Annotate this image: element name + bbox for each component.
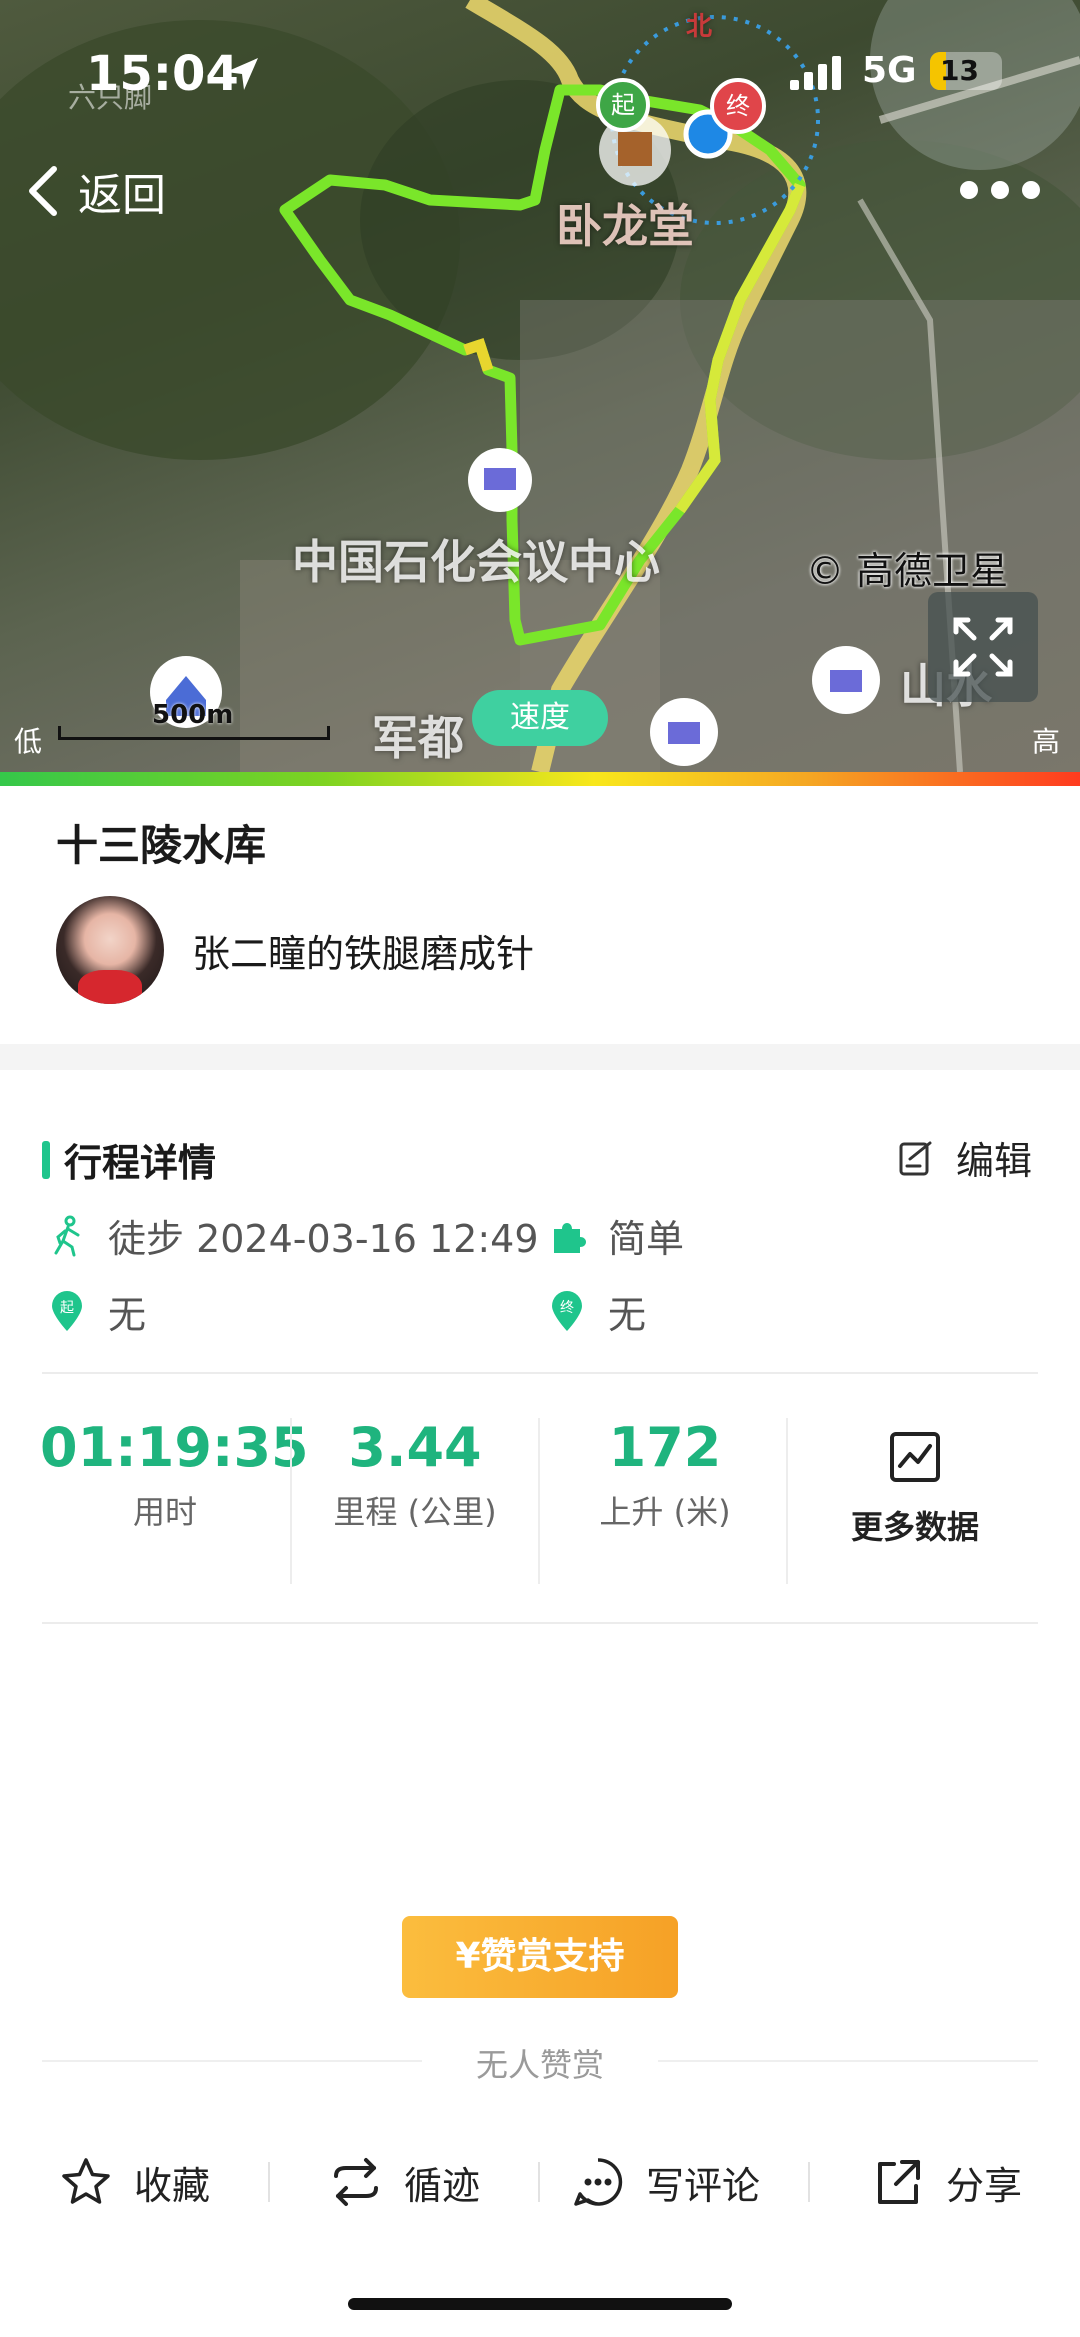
- star-icon: [62, 2158, 110, 2204]
- divider: [42, 1372, 1038, 1374]
- action-divider: [808, 2162, 810, 2202]
- follow-track-label: 循迹: [404, 2163, 481, 2208]
- share-label: 分享: [946, 2163, 1023, 2208]
- follow-track-button[interactable]: 循迹: [330, 2150, 480, 2214]
- start-pin-icon: 起: [52, 1290, 82, 1331]
- favorite-label: 收藏: [134, 2163, 211, 2208]
- author-name[interactable]: 张二瞳的铁腿磨成针: [192, 923, 534, 978]
- home-indicator: [348, 2298, 732, 2310]
- dot-icon: [991, 181, 1009, 199]
- hiker-icon: [54, 1215, 80, 1256]
- favorite-button[interactable]: 收藏: [60, 2150, 210, 2214]
- comment-button[interactable]: 写评论: [572, 2150, 760, 2214]
- reward-button[interactable]: ¥赞赏支持: [402, 1916, 678, 1998]
- scale-bar: [58, 726, 330, 740]
- end-pin-icon: 终: [552, 1290, 582, 1331]
- activity-datetime: 徒步 2024-03-16 12:49: [108, 1217, 539, 1261]
- map-place-label: 中国石化会议中心: [292, 535, 660, 589]
- dot-icon: [960, 181, 978, 199]
- speed-legend-high: 高: [1032, 725, 1061, 758]
- back-label: 返回: [78, 170, 166, 221]
- dot-icon: [1022, 181, 1040, 199]
- speed-legend-low: 低: [14, 725, 43, 758]
- activity-info: 徒步 2024-03-16 12:49: [48, 1208, 539, 1263]
- stat-value: 3.44: [348, 1416, 482, 1479]
- end-point-info: 终 无: [548, 1284, 646, 1339]
- reward-status: 无人赞赏: [475, 2046, 604, 2084]
- trip-details-header: 行程详情: [42, 1132, 216, 1187]
- stat-distance: 3.44 里程 (公里): [290, 1416, 540, 1533]
- speed-toggle-button[interactable]: 速度: [472, 690, 608, 746]
- map-copyright: © 高德卫星: [806, 549, 1009, 593]
- share-button[interactable]: 分享: [872, 2150, 1022, 2214]
- edit-icon: [899, 1141, 932, 1175]
- difficulty-info: 简单: [548, 1208, 684, 1263]
- divider: [658, 2060, 1038, 2062]
- edit-button[interactable]: 编辑: [898, 1130, 1032, 1185]
- divider: [42, 1622, 1038, 1624]
- divider: [42, 2060, 422, 2062]
- expand-icon: [953, 617, 1013, 677]
- share-icon: [878, 2160, 920, 2204]
- section-title: 行程详情: [64, 1141, 217, 1185]
- difficulty-value: 简单: [608, 1217, 685, 1261]
- route-map[interactable]: 六只脚 15:04 5G 13 返回 北 起 终 卧龙堂 中国石化会议中心 军都…: [0, 0, 1080, 772]
- compass-north-label: 北: [686, 12, 713, 42]
- stat-label: 用时: [132, 1493, 197, 1531]
- fullscreen-button[interactable]: [928, 592, 1038, 702]
- end-marker[interactable]: 终: [710, 78, 766, 134]
- puzzle-icon: [554, 1222, 586, 1253]
- edit-label: 编辑: [956, 1139, 1033, 1183]
- section-divider: [0, 1044, 1080, 1070]
- route-title: 十三陵水库: [56, 821, 267, 870]
- map-landmark-label: 卧龙堂: [556, 199, 694, 253]
- back-button[interactable]: 返回: [24, 156, 166, 226]
- more-data-button[interactable]: 更多数据: [790, 1430, 1040, 1548]
- more-data-label: 更多数据: [850, 1508, 979, 1546]
- line-chart-icon: [890, 1432, 940, 1482]
- stat-elevation-gain: 172 上升 (米): [540, 1416, 790, 1533]
- author-row[interactable]: 张二瞳的铁腿磨成针: [56, 896, 534, 1004]
- signal-icon: [790, 56, 841, 90]
- stat-label: 上升 (米): [599, 1493, 731, 1531]
- status-bar: 15:04 5G 13: [0, 40, 1080, 110]
- stat-label: 里程 (公里): [333, 1493, 497, 1531]
- stat-duration: 01:19:35 用时: [40, 1416, 309, 1533]
- network-type: 5G: [862, 50, 917, 91]
- start-marker[interactable]: 起: [596, 78, 650, 132]
- chevron-left-icon: [29, 166, 57, 216]
- stat-divider: [786, 1418, 788, 1584]
- stat-value: 01:19:35: [40, 1416, 309, 1479]
- stat-value: 172: [608, 1416, 722, 1479]
- status-time: 15:04: [86, 46, 239, 102]
- speed-gradient-bar: [0, 772, 1080, 786]
- svg-text:终: 终: [560, 1300, 574, 1316]
- action-divider: [538, 2162, 540, 2202]
- battery-level: 13: [940, 54, 979, 87]
- repeat-icon: [334, 2158, 378, 2206]
- battery-icon: 13: [930, 52, 1002, 90]
- action-divider: [268, 2162, 270, 2202]
- end-point-value: 无: [608, 1293, 647, 1337]
- more-options-button[interactable]: [960, 170, 1040, 210]
- comment-icon: [574, 2158, 623, 2206]
- accent-bar: [42, 1140, 50, 1179]
- svg-text:起: 起: [60, 1300, 74, 1316]
- avatar[interactable]: [56, 896, 164, 1004]
- location-arrow-icon: [226, 58, 258, 90]
- start-point-info: 起 无: [48, 1284, 146, 1339]
- comment-label: 写评论: [646, 2163, 761, 2208]
- start-point-value: 无: [108, 1293, 147, 1337]
- map-place-label: 军都: [372, 711, 464, 765]
